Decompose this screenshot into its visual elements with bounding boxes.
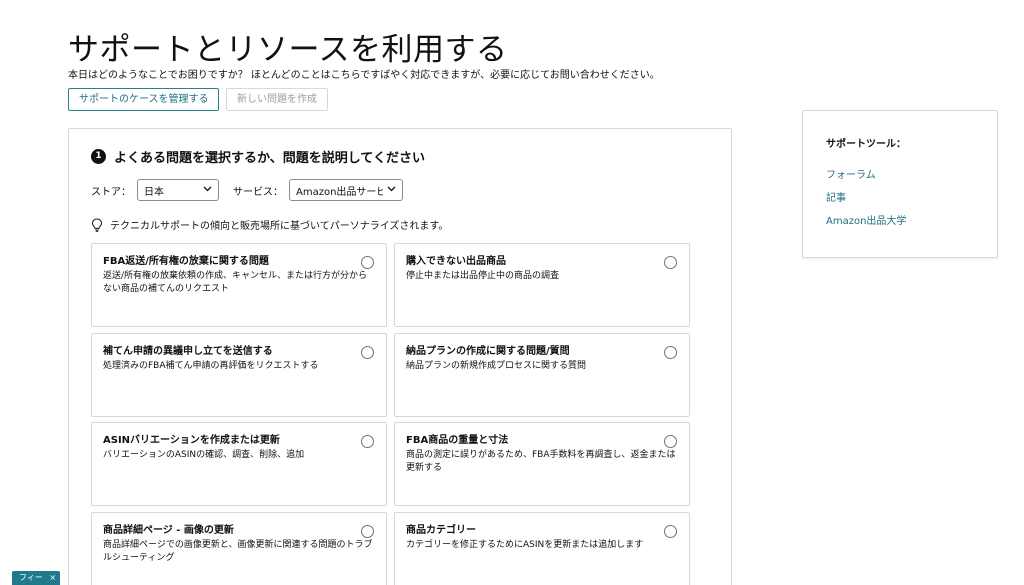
issue-radio[interactable] — [664, 525, 677, 538]
manage-cases-button[interactable]: サポートのケースを管理する — [68, 88, 219, 111]
issue-card-product-category[interactable]: 商品カテゴリー カテゴリーを修正するためにASINを更新または追加します — [394, 512, 690, 585]
step-number-badge: 1 — [91, 149, 106, 164]
issue-radio[interactable] — [361, 435, 374, 448]
issue-radio[interactable] — [361, 525, 374, 538]
issue-card-title: 補てん申請の異議申し立てを送信する — [103, 346, 273, 357]
articles-link[interactable]: 記事 — [826, 189, 846, 204]
store-label: ストア： — [91, 186, 131, 198]
issue-card-description: 納品プランの新規作成プロセスに関する質問 — [406, 361, 587, 371]
hint-text: テクニカルサポートの傾向と販売場所に基づいてパーソナライズされます。 — [110, 221, 449, 232]
chevron-down-icon — [203, 185, 212, 195]
lightbulb-icon — [91, 217, 103, 232]
issue-card-title: 商品詳細ページ - 画像の更新 — [103, 525, 234, 536]
issue-card-description: 処理済みのFBA補てん申請の再評価をリクエストする — [103, 361, 319, 371]
issue-card-fba-removal[interactable]: FBA返送/所有権の放棄に関する問題 返送/所有権の放棄依頼の作成、キャンセル、… — [91, 243, 387, 327]
issue-card-unbuyable-listing[interactable]: 購入できない出品商品 停止中または出品停止中の商品の調査 — [394, 243, 690, 327]
support-tools-panel: サポートツール： フォーラム 記事 Amazon出品大学 — [802, 110, 998, 258]
chevron-down-icon — [387, 185, 396, 195]
page-subtitle: 本日はどのようなことでお困りですか？ ほとんどのことはこちらですばやく対応できま… — [68, 70, 660, 81]
page-title: サポートとリソースを利用する — [68, 32, 508, 68]
close-icon[interactable]: × — [49, 573, 56, 582]
issue-card-title: 納品プランの作成に関する問題/質問 — [406, 346, 570, 357]
issue-card-description: 返送/所有権の放棄依頼の作成、キャンセル、または行方が分からない商品の補てんのリ… — [103, 271, 368, 294]
forum-link[interactable]: フォーラム — [826, 166, 876, 181]
issue-card-description: カテゴリーを修正するためにASINを更新または追加します — [406, 540, 644, 550]
service-select[interactable]: Amazon出品サービ — [289, 179, 403, 201]
issue-card-title: FBA商品の重量と寸法 — [406, 435, 509, 446]
step-title: よくある問題を選択するか、問題を説明してください — [114, 151, 425, 166]
step-header: 1 よくある問題を選択するか、問題を説明してください — [91, 147, 425, 166]
store-select-value: 日本 — [144, 186, 164, 198]
issue-card-description: 商品の測定に誤りがあるため、FBA手数料を再調査し、返金または更新する — [406, 450, 676, 473]
issue-radio[interactable] — [664, 256, 677, 269]
issue-card-title: FBA返送/所有権の放棄に関する問題 — [103, 256, 269, 267]
seller-university-link[interactable]: Amazon出品大学 — [826, 212, 906, 227]
service-label: サービス： — [233, 186, 283, 198]
issue-card-title: ASINバリエーションを作成または更新 — [103, 435, 280, 446]
issue-card-title: 購入できない出品商品 — [406, 256, 506, 267]
issue-card-title: 商品カテゴリー — [406, 525, 476, 536]
issue-card-description: 商品詳細ページでの画像更新と、画像更新に関連する問題のトラブルシューティング — [103, 540, 373, 563]
personalization-hint: テクニカルサポートの傾向と販売場所に基づいてパーソナライズされます。 — [91, 217, 448, 232]
issue-card-description: バリエーションのASINの確認、調査、削除、追加 — [103, 450, 305, 460]
feedback-label: フィー — [19, 573, 43, 582]
issue-card-reimbursement-appeal[interactable]: 補てん申請の異議申し立てを送信する 処理済みのFBA補てん申請の再評価をリクエス… — [91, 333, 387, 417]
feedback-tab[interactable]: フィー × — [12, 571, 60, 585]
service-select-value: Amazon出品サービ — [296, 186, 383, 198]
issue-card-detail-page-image[interactable]: 商品詳細ページ - 画像の更新 商品詳細ページでの画像更新と、画像更新に関連する… — [91, 512, 387, 585]
issue-card-description: 停止中または出品停止中の商品の調査 — [406, 271, 560, 281]
issue-card-shipping-plan[interactable]: 納品プランの作成に関する問題/質問 納品プランの新規作成プロセスに関する質問 — [394, 333, 690, 417]
issue-radio[interactable] — [361, 346, 374, 359]
issue-radio[interactable] — [664, 346, 677, 359]
issue-card-asin-variation[interactable]: ASINバリエーションを作成または更新 バリエーションのASINの確認、調査、削… — [91, 422, 387, 506]
issue-selection-panel: 1 よくある問題を選択するか、問題を説明してください ストア： 日本 サービス：… — [68, 128, 732, 585]
issue-radio[interactable] — [664, 435, 677, 448]
store-select[interactable]: 日本 — [137, 179, 219, 201]
new-issue-button[interactable]: 新しい問題を作成 — [226, 88, 328, 111]
issue-radio[interactable] — [361, 256, 374, 269]
filters-row: ストア： 日本 サービス： Amazon出品サービ — [91, 179, 403, 201]
issue-card-fba-dimensions[interactable]: FBA商品の重量と寸法 商品の測定に誤りがあるため、FBA手数料を再調査し、返金… — [394, 422, 690, 506]
support-tools-title: サポートツール： — [826, 139, 906, 150]
